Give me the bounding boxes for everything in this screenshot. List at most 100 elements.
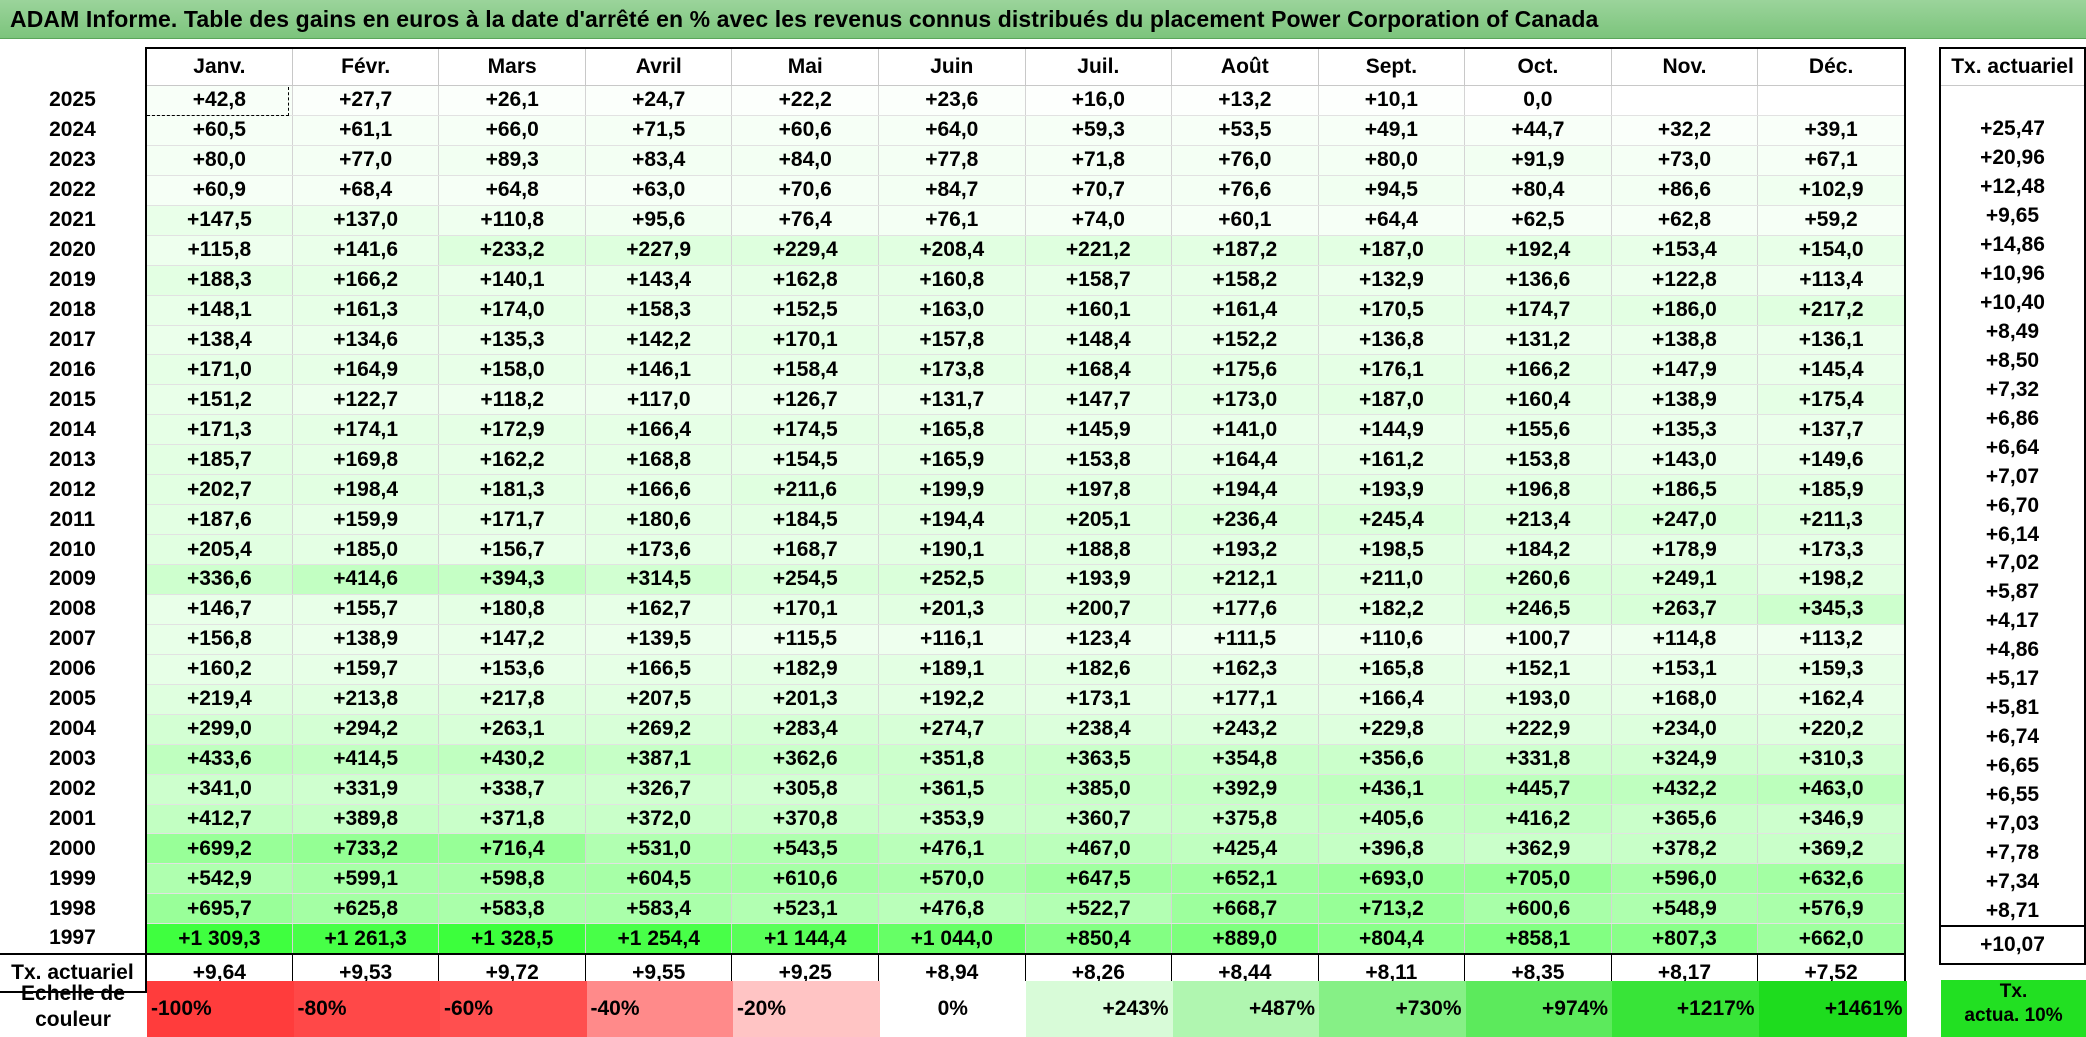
table-row: 2025 +42,8 +27,7 +26,1 +24,7 +22,2 +23,6 +16,0 +… [0, 85, 1907, 116]
gain-cell: +122,7 [292, 384, 440, 416]
gain-cell: +394,3 [438, 564, 586, 595]
table-row: 2011 +187,6 +159,9 +171,7 +180,6 +184,5 +194,4… [0, 504, 1907, 536]
gain-cell: +168,4 [1025, 354, 1173, 386]
table-row: 2004 +299,0 +294,2 +263,1 +269,2 +283,4 +274,7… [0, 714, 1907, 745]
month-header: Oct. [1464, 47, 1612, 86]
gain-cell: +70,7 [1025, 175, 1173, 206]
table-row: 2020 +115,8 +141,6 +233,2 +227,9 +229,4 +208,4… [0, 235, 1907, 266]
gain-cell: +165,8 [1318, 654, 1466, 685]
legend-swatch: -20% [733, 981, 880, 1037]
gain-cell: +146,7 [145, 594, 293, 625]
gain-cell: +220,2 [1757, 714, 1907, 745]
gain-cell: +600,6 [1464, 893, 1612, 925]
yearly-actuarial-rate: +10,40 [1939, 288, 2086, 318]
legend-swatch: -100% [147, 981, 294, 1037]
gain-cell: +1 044,0 [878, 923, 1026, 955]
gain-cell: +166,6 [585, 474, 733, 506]
gain-cell: +151,2 [145, 384, 293, 416]
gain-cell: +662,0 [1757, 923, 1907, 955]
gain-cell: +148,4 [1025, 325, 1173, 356]
gain-cell: +263,7 [1611, 594, 1759, 625]
gain-cell: +64,8 [438, 175, 586, 206]
gain-cell: +76,6 [1171, 175, 1319, 206]
gain-cell: +543,5 [731, 833, 880, 865]
gain-cell: +201,3 [878, 594, 1026, 625]
gain-cell: +652,1 [1171, 863, 1319, 895]
gain-cell: +180,6 [585, 504, 733, 536]
header-corner [0, 48, 147, 86]
gain-cell: +263,1 [438, 714, 586, 745]
gain-cell: +371,8 [438, 804, 586, 835]
gain-cell: +202,7 [145, 474, 293, 506]
table-row: 2006 +160,2 +159,7 +153,6 +166,5 +182,9 +189,1… [0, 654, 1907, 685]
month-header: Déc. [1757, 47, 1907, 86]
gain-cell: +192,4 [1464, 235, 1612, 266]
gain-cell: +118,2 [438, 384, 586, 416]
gain-cell: +146,1 [585, 354, 733, 386]
gain-cell: +134,6 [292, 325, 440, 356]
gain-cell: +274,7 [878, 714, 1026, 745]
year-label: 2002 [0, 774, 147, 804]
gain-cell: +219,4 [145, 684, 293, 715]
gain-cell: +198,4 [292, 474, 440, 506]
gain-cell: +152,1 [1464, 654, 1612, 685]
gain-cell: +138,9 [1611, 384, 1759, 416]
gain-cell: +114,8 [1611, 624, 1759, 655]
table-row: 2009 +336,6 +414,6 +394,3 +314,5 +254,5 +252,5… [0, 564, 1907, 595]
gain-cell: +1 261,3 [292, 923, 440, 955]
gain-cell: +353,9 [878, 804, 1026, 835]
gain-cell: +123,4 [1025, 624, 1173, 655]
year-label: 2015 [0, 384, 147, 415]
year-label: 2009 [0, 564, 147, 595]
gain-cell: +187,0 [1318, 384, 1466, 416]
gain-cell: +39,1 [1757, 115, 1907, 146]
gain-cell: +189,1 [878, 654, 1026, 685]
legend-swatch: +487% [1172, 981, 1319, 1037]
gain-cell: +193,9 [1025, 564, 1173, 595]
gain-cell: +713,2 [1318, 893, 1466, 925]
gain-cell: +252,5 [878, 564, 1026, 595]
title-bar: ADAM Informe. Table des gains en euros à… [0, 0, 2086, 39]
gain-cell: +153,8 [1025, 444, 1173, 476]
gain-cell: +76,1 [878, 205, 1026, 236]
table-row: 2016 +171,0 +164,9 +158,0 +146,1 +158,4 +173,8… [0, 354, 1907, 386]
gain-cell: +850,4 [1025, 923, 1173, 955]
gain-cell: +405,6 [1318, 804, 1466, 835]
table-row: 1997 +1 309,3 +1 261,3 +1 328,5 +1 254,4 +1 1… [0, 923, 1907, 955]
legend-swatch: +730% [1319, 981, 1466, 1037]
legend-swatch: 0% [879, 981, 1026, 1037]
gain-cell: +182,2 [1318, 594, 1466, 625]
gain-cell: +433,6 [145, 744, 293, 775]
gain-cell: +187,2 [1171, 235, 1319, 266]
table-row: 2024 +60,5 +61,1 +66,0 +71,5 +60,6 +64,0 +59,3 +… [0, 115, 1907, 146]
gain-cell: +331,8 [1464, 744, 1612, 775]
gain-cell: +161,4 [1171, 295, 1319, 326]
gain-cell: +138,9 [292, 624, 440, 655]
gain-cell: +198,2 [1757, 564, 1907, 595]
gain-cell: +66,0 [438, 115, 586, 146]
table-row: 2019 +188,3 +166,2 +140,1 +143,4 +162,8 +160,8… [0, 265, 1907, 296]
gain-cell: +596,0 [1611, 863, 1759, 895]
table-row: 2021 +147,5 +137,0 +110,8 +95,6 +76,4 +76,1 +74… [0, 205, 1907, 236]
gain-cell: +122,8 [1611, 265, 1759, 296]
gain-cell: +175,6 [1171, 354, 1319, 386]
gain-cell: +370,8 [731, 804, 880, 835]
gain-cell: +570,0 [878, 863, 1026, 895]
gain-cell: +346,9 [1757, 804, 1907, 835]
gain-cell: +361,5 [878, 774, 1026, 805]
gain-cell: +356,6 [1318, 744, 1466, 775]
gain-cell: +166,4 [1318, 684, 1466, 715]
gain-cell: +362,9 [1464, 833, 1612, 865]
gain-cell: +632,6 [1757, 863, 1907, 895]
yearly-actuarial-rate [1939, 85, 2086, 115]
gain-cell: +668,7 [1171, 893, 1319, 925]
gain-cell: +62,5 [1464, 205, 1612, 236]
gain-cell: +74,0 [1025, 205, 1173, 236]
gain-cell: +205,4 [145, 534, 293, 565]
year-label: 2001 [0, 804, 147, 834]
gain-cell: +647,5 [1025, 863, 1173, 895]
gain-cell: +345,3 [1757, 594, 1907, 625]
gain-cell: +375,8 [1171, 804, 1319, 835]
gain-cell: +185,7 [145, 444, 293, 476]
gain-cell: +463,0 [1757, 774, 1907, 805]
